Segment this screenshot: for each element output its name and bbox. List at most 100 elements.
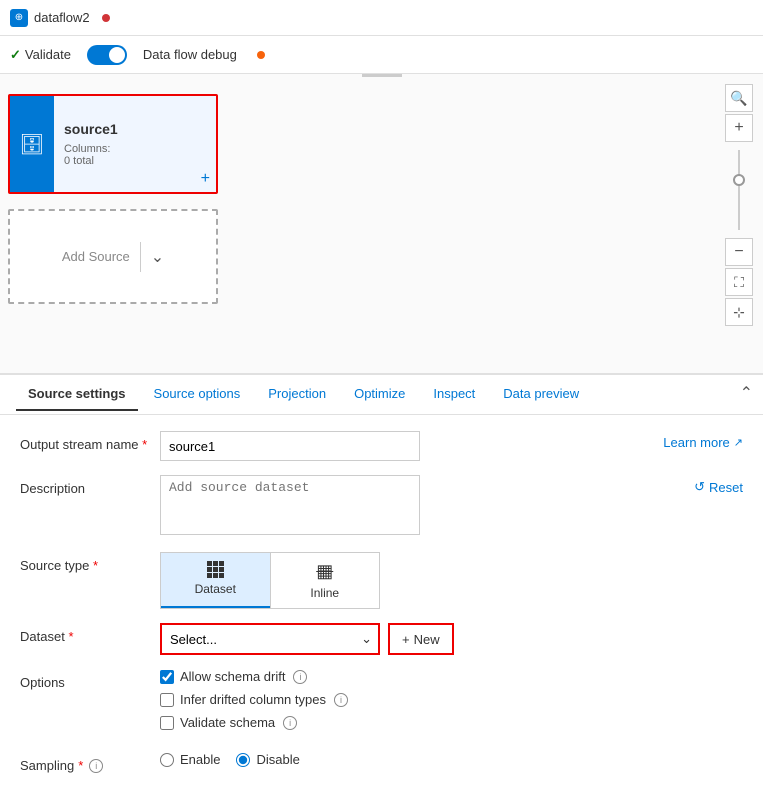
sampling-enable-option: Enable xyxy=(160,752,220,767)
plus-icon: + xyxy=(402,632,410,647)
output-stream-name-input[interactable] xyxy=(160,431,420,461)
required-marker-4: * xyxy=(78,758,83,773)
check-icon: ✓ xyxy=(10,47,21,63)
add-source-divider xyxy=(140,242,141,272)
inline-icon: ▦ xyxy=(316,561,333,582)
infer-drifted-row: Infer drifted column types i xyxy=(160,692,743,707)
reset-icon: ↺ xyxy=(694,479,705,495)
allow-schema-drift-info-icon[interactable]: i xyxy=(293,670,307,684)
debug-label: Data flow debug xyxy=(143,47,237,62)
options-label: Options xyxy=(20,669,160,690)
tab-inspect[interactable]: Inspect xyxy=(421,378,487,411)
description-content xyxy=(160,475,674,538)
learn-more-link[interactable]: Learn more ↗ xyxy=(663,435,743,450)
source-node-icon: 🗄 xyxy=(19,132,44,157)
collapse-panel-button[interactable]: ⌃ xyxy=(740,383,753,403)
chevron-down-icon[interactable]: ⌄ xyxy=(151,247,164,267)
tab-data-preview[interactable]: Data preview xyxy=(491,378,591,411)
unsaved-dot xyxy=(102,14,110,22)
options-content: Allow schema drift i Infer drifted colum… xyxy=(160,669,743,738)
source-type-content: Dataset ▦ Inline xyxy=(160,552,743,609)
dataset-grid-icon xyxy=(207,561,224,578)
node-columns: Columns: 0 total xyxy=(64,143,206,167)
output-stream-name-row: Output stream name * Learn more ↗ xyxy=(20,431,743,461)
validate-label: Validate xyxy=(25,47,71,62)
toggle-track xyxy=(87,45,127,65)
top-bar: dataflow2 xyxy=(0,0,763,36)
description-input[interactable] xyxy=(160,475,420,535)
sampling-row: Sampling * i Enable Disable xyxy=(20,752,743,773)
validate-schema-row: Validate schema i xyxy=(160,715,743,730)
zoom-slider[interactable] xyxy=(738,146,740,234)
tab-source-settings[interactable]: Source settings xyxy=(16,378,138,411)
dataset-content: Select... ⌄ + New xyxy=(160,623,743,655)
dataset-select-wrapper: Select... ⌄ xyxy=(160,623,380,655)
add-source-box[interactable]: Add Source ⌄ xyxy=(8,209,218,304)
zoom-in-button[interactable]: + xyxy=(725,114,753,142)
sampling-enable-radio[interactable] xyxy=(160,753,174,767)
source-type-inline-button[interactable]: ▦ Inline xyxy=(271,553,380,608)
debug-toggle[interactable] xyxy=(87,45,127,65)
fit-screen-button[interactable]: ⛶ xyxy=(725,268,753,296)
reset-button[interactable]: ↺ Reset xyxy=(694,479,743,495)
canvas-area: 🗄 source1 Columns: 0 total + Add Source … xyxy=(0,74,763,374)
debug-active-dot xyxy=(257,51,265,59)
options-row: Options Allow schema drift i Infer drift… xyxy=(20,669,743,738)
zoom-controls: 🔍 + − ⛶ ⊹ xyxy=(725,84,753,326)
sampling-info-icon[interactable]: i xyxy=(89,759,103,773)
required-marker-2: * xyxy=(93,558,98,573)
required-marker-3: * xyxy=(68,629,73,644)
search-zoom-button[interactable]: 🔍 xyxy=(725,84,753,112)
tab-source-options[interactable]: Source options xyxy=(142,378,253,411)
sampling-enable-label: Enable xyxy=(180,752,220,767)
right-actions-reset: ↺ Reset xyxy=(684,475,743,495)
required-marker: * xyxy=(142,437,147,452)
source-type-group: Dataset ▦ Inline xyxy=(160,552,380,609)
sampling-disable-radio[interactable] xyxy=(236,753,250,767)
external-link-icon: ↗ xyxy=(734,436,743,449)
output-stream-label: Output stream name * xyxy=(20,431,160,452)
columns-value: 0 total xyxy=(64,155,94,167)
tab-projection[interactable]: Projection xyxy=(256,378,338,411)
tab-optimize[interactable]: Optimize xyxy=(342,378,417,411)
dataset-label: Dataset * xyxy=(20,623,160,644)
sampling-disable-label: Disable xyxy=(256,752,299,767)
validate-schema-checkbox[interactable] xyxy=(160,716,174,730)
node-content: source1 Columns: 0 total xyxy=(54,113,216,175)
sampling-disable-option: Disable xyxy=(236,752,299,767)
output-stream-content xyxy=(160,431,643,461)
allow-schema-drift-label: Allow schema drift xyxy=(180,669,285,684)
dataset-row: Dataset * Select... ⌄ + New xyxy=(20,623,743,655)
zoom-out-button[interactable]: − xyxy=(725,238,753,266)
infer-drifted-checkbox[interactable] xyxy=(160,693,174,707)
dataset-select-row: Select... ⌄ + New xyxy=(160,623,743,655)
zoom-slider-track xyxy=(738,150,740,230)
source-node[interactable]: 🗄 source1 Columns: 0 total + xyxy=(8,94,218,194)
tabs-row: Source settings Source options Projectio… xyxy=(0,375,763,415)
validate-schema-label: Validate schema xyxy=(180,715,275,730)
allow-schema-drift-checkbox[interactable] xyxy=(160,670,174,684)
new-label: New xyxy=(414,632,440,647)
dataflow-icon xyxy=(10,9,28,27)
new-dataset-button[interactable]: + New xyxy=(388,623,454,655)
node-icon-area: 🗄 xyxy=(10,96,54,192)
sampling-content: Enable Disable xyxy=(160,752,743,767)
app-title-area: dataflow2 xyxy=(10,9,110,27)
source-type-label: Source type * xyxy=(20,552,160,573)
node-title: source1 xyxy=(64,121,206,137)
source-type-row: Source type * Dataset ▦ xyxy=(20,552,743,609)
panel-divider xyxy=(362,74,402,77)
settings-panel: Output stream name * Learn more ↗ Descri… xyxy=(0,415,763,794)
infer-drifted-info-icon[interactable]: i xyxy=(334,693,348,707)
node-plus-button[interactable]: + xyxy=(201,170,210,188)
columns-label: Columns: xyxy=(64,143,110,155)
bottom-panel: Source settings Source options Projectio… xyxy=(0,374,763,794)
source-type-dataset-button[interactable]: Dataset xyxy=(161,553,270,608)
right-actions-learn: Learn more ↗ xyxy=(653,431,743,450)
validate-button[interactable]: ✓ Validate xyxy=(10,47,71,63)
add-source-label: Add Source xyxy=(62,249,130,264)
cursor-tool-button[interactable]: ⊹ xyxy=(725,298,753,326)
dataset-select[interactable]: Select... xyxy=(160,623,380,655)
sampling-radio-group: Enable Disable xyxy=(160,752,743,767)
validate-schema-info-icon[interactable]: i xyxy=(283,716,297,730)
